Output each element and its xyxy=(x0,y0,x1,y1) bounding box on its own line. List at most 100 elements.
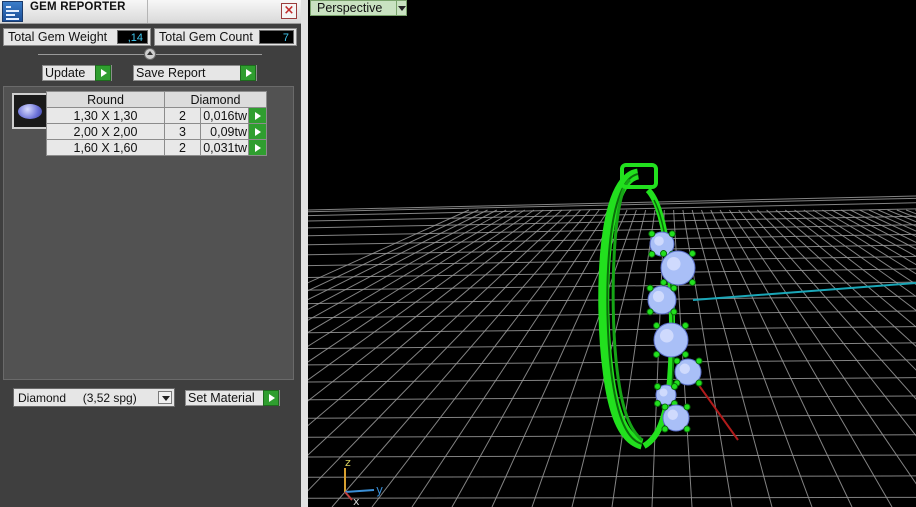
grid-line xyxy=(728,209,916,485)
prong xyxy=(653,350,661,358)
x-axis-label: x xyxy=(353,495,360,507)
grid-line xyxy=(868,209,916,232)
grid-line xyxy=(859,209,916,238)
select-row-button[interactable] xyxy=(248,107,267,124)
grid-line xyxy=(371,209,600,507)
grid-line xyxy=(831,209,916,257)
table-row: 1,60 X 1,60 2 0,031tw xyxy=(46,139,267,156)
viewport-canvas: z y x xyxy=(308,163,916,507)
play-icon xyxy=(263,390,279,406)
gem-highlight xyxy=(666,256,681,271)
title-bar: GEM REPORTER × xyxy=(0,0,301,24)
prong xyxy=(668,230,676,238)
table-row: 1,30 X 1,30 2 0,016tw xyxy=(46,107,267,124)
prong xyxy=(660,250,668,258)
play-icon xyxy=(255,144,261,152)
gem-highlight xyxy=(679,363,690,374)
grid-line xyxy=(905,209,916,215)
window-title: GEM REPORTER xyxy=(30,1,126,13)
grid-line xyxy=(719,209,893,507)
prong xyxy=(654,383,661,390)
total-gem-weight: Total Gem Weight ,14 xyxy=(3,28,151,46)
select-row-button[interactable] xyxy=(248,123,267,140)
gem-highlight xyxy=(667,409,678,420)
gem-stones xyxy=(646,230,703,433)
grid-line xyxy=(850,209,916,243)
3d-viewport[interactable]: z y x Perspective xyxy=(308,0,916,507)
update-button-label: Update xyxy=(45,66,86,80)
prong xyxy=(654,400,661,407)
gem-highlight xyxy=(659,388,668,397)
save-report-button[interactable]: Save Report xyxy=(133,65,257,81)
set-material-button[interactable]: Set Material xyxy=(185,390,280,406)
gem-count: 3 xyxy=(164,123,201,140)
gem-highlight xyxy=(652,290,665,303)
view-mode-tab[interactable]: Perspective xyxy=(310,0,407,16)
prong xyxy=(695,357,703,365)
set-material-button-label: Set Material xyxy=(188,391,255,405)
slider-handle[interactable] xyxy=(144,48,156,60)
grid-line xyxy=(308,434,916,438)
grid-line xyxy=(701,209,813,507)
grid-line xyxy=(531,209,637,507)
gem-weight: 0,09tw xyxy=(200,123,249,140)
z-axis-label: z xyxy=(345,456,351,469)
total-gem-count-label: Total Gem Count xyxy=(159,30,253,44)
gem-size: 2,00 X 2,00 xyxy=(46,123,165,140)
round-gem-icon xyxy=(18,104,42,119)
gem-size: 1,30 X 1,30 xyxy=(46,107,165,124)
prong xyxy=(646,308,654,316)
total-gem-weight-value: ,14 xyxy=(117,30,148,44)
prong xyxy=(681,322,689,330)
grid-line xyxy=(451,209,619,507)
save-report-button-label: Save Report xyxy=(136,66,206,80)
column-header-material: Diamond xyxy=(164,91,267,108)
update-button[interactable]: Update xyxy=(42,65,112,81)
grid-line xyxy=(738,209,916,437)
gem-count: 2 xyxy=(164,107,201,124)
grid-line xyxy=(308,454,916,458)
prong xyxy=(653,322,661,330)
play-icon xyxy=(255,128,261,136)
material-select-value: Diamond (3,52 spg) xyxy=(18,391,137,405)
table-header-row: Round Diamond xyxy=(46,91,267,108)
chevron-down-icon[interactable] xyxy=(396,0,407,16)
prong xyxy=(695,379,703,387)
total-gem-weight-label: Total Gem Weight xyxy=(8,30,108,44)
prong xyxy=(683,403,691,411)
prong xyxy=(688,278,696,286)
title-divider xyxy=(147,0,148,23)
gizmo-x-line xyxy=(344,491,353,501)
table-row: 2,00 X 2,00 3 0,09tw xyxy=(46,123,267,140)
play-icon xyxy=(95,65,111,81)
material-select[interactable]: Diamond (3,52 spg) xyxy=(13,388,175,407)
play-icon xyxy=(255,112,261,120)
prong xyxy=(661,425,669,433)
gem-list-area: Round Diamond 1,30 X 1,30 2 0,016tw 2,00… xyxy=(3,86,294,380)
gem-reporter-panel: GEM REPORTER × Total Gem Weight ,14 Tota… xyxy=(0,0,301,507)
panel-splitter[interactable] xyxy=(301,0,308,507)
prong xyxy=(683,425,691,433)
gem-thumbnail[interactable] xyxy=(12,93,48,129)
gem-size: 1,60 X 1,60 xyxy=(46,139,165,156)
grid-line xyxy=(878,209,916,227)
app-icon xyxy=(2,1,23,22)
gem-weight: 0,016tw xyxy=(200,107,249,124)
gem-highlight xyxy=(659,328,674,343)
prong xyxy=(670,308,678,316)
column-header-shape: Round xyxy=(46,91,165,108)
total-gem-count-value: 7 xyxy=(259,30,294,44)
close-button[interactable]: × xyxy=(281,3,297,19)
prong xyxy=(670,284,678,292)
select-row-button[interactable] xyxy=(248,139,267,156)
view-mode-label: Perspective xyxy=(317,1,383,15)
total-gem-count: Total Gem Count 7 xyxy=(154,28,297,46)
chevron-down-icon xyxy=(158,391,172,404)
prong xyxy=(648,250,656,258)
grid-line xyxy=(784,209,916,312)
prong xyxy=(646,284,654,292)
grid-line xyxy=(308,475,916,478)
grid-line xyxy=(766,209,916,348)
gem-table: Round Diamond 1,30 X 1,30 2 0,016tw 2,00… xyxy=(46,91,267,156)
gem-count: 2 xyxy=(164,139,201,156)
